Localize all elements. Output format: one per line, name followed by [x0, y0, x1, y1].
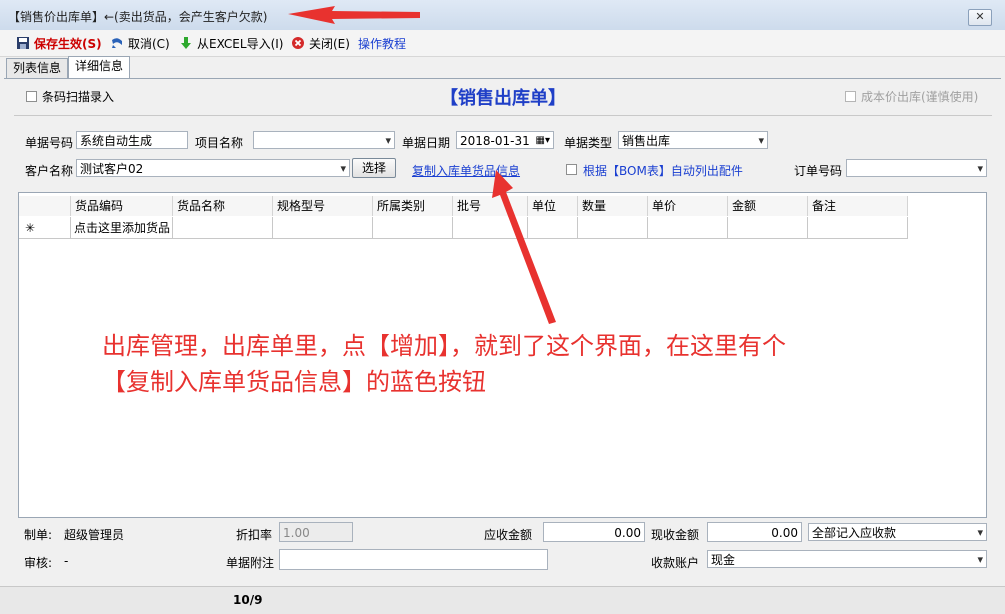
- customer-label: 客户名称: [25, 164, 74, 178]
- maker-label: 制单:: [24, 528, 53, 542]
- new-row-cell[interactable]: [373, 217, 453, 239]
- col-header-qty[interactable]: 数量: [578, 196, 648, 216]
- page-indicator: 10/9: [233, 593, 263, 607]
- cancel-button[interactable]: 取消(C): [110, 34, 170, 52]
- col-header-price[interactable]: 单价: [648, 196, 728, 216]
- cash-label: 现收金额: [651, 528, 700, 542]
- barcode-scan-label: 条码扫描录入: [42, 90, 115, 104]
- new-row-cell[interactable]: [453, 217, 528, 239]
- account-label: 收款账户: [651, 556, 700, 570]
- tab-detail-info[interactable]: 详细信息: [68, 56, 131, 78]
- doc-no-label: 单据号码: [25, 136, 74, 150]
- order-no-label: 订单号码: [794, 164, 843, 178]
- green-down-arrow-icon: [179, 36, 193, 50]
- project-label: 项目名称: [195, 136, 244, 150]
- barcode-scan-checkbox[interactable]: [26, 91, 37, 102]
- cancel-label: 取消(C): [128, 36, 170, 51]
- save-label: 保存生效(S): [34, 36, 102, 51]
- receivable-label: 应收金额: [484, 528, 533, 542]
- red-x-icon: [291, 36, 305, 50]
- type-label: 单据类型: [564, 136, 613, 150]
- col-header-remark[interactable]: 备注: [808, 196, 908, 216]
- auditor-label: 审核:: [24, 556, 53, 570]
- grid-corner-header: [19, 196, 71, 216]
- cost-price-label: 成本价出库(谨慎使用): [861, 90, 979, 104]
- calendar-icon[interactable]: ▦▾: [536, 132, 550, 148]
- account-select[interactable]: 现金: [707, 550, 987, 568]
- discount-label: 折扣率: [236, 528, 273, 542]
- bom-label: 根据【BOM表】自动列出配件: [583, 164, 743, 178]
- cash-field[interactable]: 0.00: [707, 522, 802, 542]
- save-button[interactable]: 保存生效(S): [16, 34, 102, 52]
- new-row-cell[interactable]: [648, 217, 728, 239]
- doc-no-field[interactable]: 系统自动生成: [76, 131, 188, 149]
- col-header-spec[interactable]: 规格型号: [273, 196, 373, 216]
- floppy-disk-icon: [16, 36, 30, 50]
- order-no-select[interactable]: [846, 159, 987, 177]
- tutorial-link[interactable]: 操作教程: [358, 34, 406, 52]
- new-row-cell[interactable]: [578, 217, 648, 239]
- new-row-goods-code-cell[interactable]: 点击这里添加货品: [71, 217, 173, 239]
- toolbar: 保存生效(S) 取消(C) 从EXCEL导入(I) 关闭(E) 操作教程: [0, 30, 1005, 57]
- type-select[interactable]: 销售出库: [618, 131, 768, 149]
- auditor-value: -: [64, 554, 69, 568]
- divider: [14, 115, 992, 116]
- date-picker[interactable]: 2018-01-31 ▦▾: [456, 131, 554, 149]
- new-row-cell[interactable]: [173, 217, 273, 239]
- window-close-button[interactable]: ✕: [968, 9, 992, 26]
- close-button[interactable]: 关闭(E): [291, 34, 350, 52]
- col-header-batch[interactable]: 批号: [453, 196, 528, 216]
- note-field[interactable]: [279, 549, 548, 570]
- date-value: 2018-01-31: [460, 134, 530, 148]
- annotation-line-2: 【复制入库单货品信息】的蓝色按钮: [102, 368, 486, 396]
- col-header-goods-code[interactable]: 货品编码: [71, 196, 173, 216]
- copy-inbound-goods-link[interactable]: 复制入库单货品信息: [412, 162, 520, 179]
- tab-list-info[interactable]: 列表信息: [6, 58, 69, 78]
- new-row-cell[interactable]: [808, 217, 908, 239]
- title-bar: 【销售价出库单】←(卖出货品，会产生客户欠款) ✕: [0, 0, 1005, 31]
- new-row-cell[interactable]: [728, 217, 808, 239]
- bom-checkbox[interactable]: [566, 164, 577, 175]
- col-header-category[interactable]: 所属类别: [373, 196, 453, 216]
- receivable-field[interactable]: 0.00: [543, 522, 645, 542]
- form-title: 【销售出库单】: [440, 88, 566, 109]
- excel-import-button[interactable]: 从EXCEL导入(I): [179, 34, 283, 52]
- discount-field[interactable]: 1.00: [279, 522, 353, 542]
- undo-phone-icon: [110, 36, 124, 50]
- maker-value: 超级管理员: [64, 528, 125, 542]
- window-title: 【销售价出库单】←(卖出货品，会产生客户欠款): [8, 10, 268, 24]
- record-option-select[interactable]: 全部记入应收款: [808, 523, 987, 541]
- annotation-line-1: 出库管理，出库单里，点【增加】，就到了这个界面，在这里有个: [102, 332, 786, 360]
- col-header-goods-name[interactable]: 货品名称: [173, 196, 273, 216]
- new-row-cell[interactable]: [273, 217, 373, 239]
- status-bar: 10/9: [0, 586, 1005, 614]
- project-select[interactable]: [253, 131, 395, 149]
- close-label: 关闭(E): [309, 36, 350, 51]
- note-label: 单据附注: [226, 556, 275, 570]
- date-label: 单据日期: [402, 136, 451, 150]
- cost-price-checkbox[interactable]: [845, 91, 856, 102]
- select-customer-button[interactable]: 选择: [352, 158, 396, 178]
- col-header-unit[interactable]: 单位: [528, 196, 578, 216]
- customer-select[interactable]: 测试客户02: [76, 159, 350, 177]
- col-header-amount[interactable]: 金额: [728, 196, 808, 216]
- new-row-marker: ✳: [19, 217, 71, 239]
- new-row-cell[interactable]: [528, 217, 578, 239]
- excel-import-label: 从EXCEL导入(I): [197, 36, 284, 51]
